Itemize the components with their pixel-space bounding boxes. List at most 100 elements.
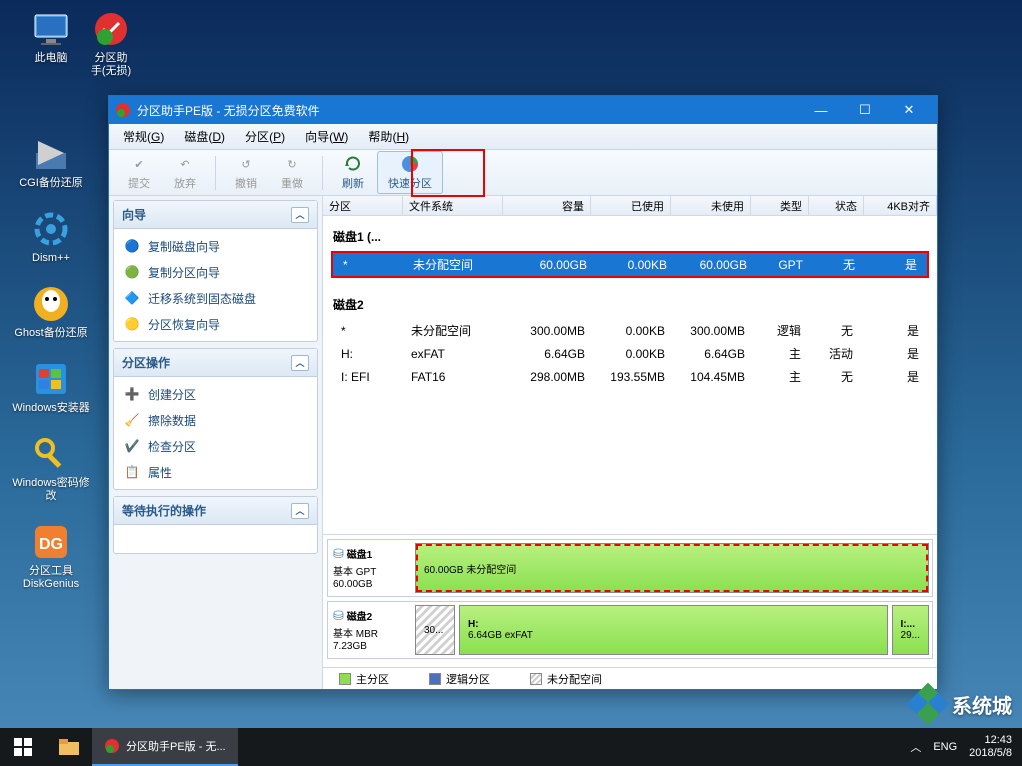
menu-help[interactable]: 帮助(H) [358,125,419,148]
panel-pending: 等待执行的操作︿ [113,496,318,554]
col-used[interactable]: 已使用 [591,196,671,215]
collapse-icon[interactable]: ︿ [291,355,309,371]
col-status[interactable]: 状态 [809,196,864,215]
taskbar-file-explorer[interactable] [46,728,92,766]
legend-unallocated: 未分配空间 [530,671,602,687]
desktop-icons-col1: 此电脑 分区助手(无损) CGI备份还原 Dism++ Ghost备份还原 Wi… [12,8,90,591]
menu-disk[interactable]: 磁盘(D) [174,125,235,148]
check-icon: ✔️ [123,437,141,455]
disk1-visual: ⛁ 磁盘1 基本 GPT 60.00GB 60.00GB 未分配空间 [327,539,933,597]
refresh-icon [343,154,363,174]
col-capacity[interactable]: 容量 [503,196,591,215]
disk2-seg-unallocated[interactable]: 30... [415,605,455,655]
tray-language[interactable]: ENG [933,741,957,753]
collapse-icon[interactable]: ︿ [291,503,309,519]
column-headers: 分区 文件系统 容量 已使用 未使用 类型 状态 4KB对齐 [323,196,937,216]
redo-icon: ↻ [282,154,302,174]
disk1-row-unallocated[interactable]: * 未分配空间 60.00GB 0.00KB 60.00GB GPT 无 是 [333,253,927,276]
op-create-partition[interactable]: ➕创建分区 [120,381,311,407]
desktop-icon-cgi-backup[interactable]: CGI备份还原 [12,133,90,190]
panel-operations: 分区操作︿ ➕创建分区 🧹擦除数据 ✔️检查分区 📋属性 [113,348,318,490]
panel-ops-header[interactable]: 分区操作︿ [114,349,317,377]
tray-arrow-icon[interactable]: ︿ [910,739,921,755]
wizard-copy-partition[interactable]: 🟢复制分区向导 [120,259,311,285]
partition-list: 磁盘1 (... * 未分配空间 60.00GB 0.00KB 60.00GB … [323,216,937,534]
main-area: 分区 文件系统 容量 已使用 未使用 类型 状态 4KB对齐 磁盘1 (... … [323,196,937,689]
panel-wizard-header[interactable]: 向导︿ [114,201,317,229]
maximize-button[interactable]: ☐ [843,96,887,124]
app-window: 分区助手PE版 - 无损分区免费软件 — ☐ ✕ 常规(G) 磁盘(D) 分区(… [108,95,938,690]
sidebar: 向导︿ 🔵复制磁盘向导 🟢复制分区向导 🔷迁移系统到固态磁盘 🟡分区恢复向导 分… [109,196,323,689]
col-type[interactable]: 类型 [751,196,809,215]
disk2-seg-h[interactable]: H: 6.64GB exFAT [459,605,888,655]
window-title: 分区助手PE版 - 无损分区免费软件 [137,102,320,119]
desktop-icon-partition-assistant[interactable]: 分区助手(无损) [90,8,132,78]
op-check-partition[interactable]: ✔️检查分区 [120,433,311,459]
desktop-icon-windows-password[interactable]: Windows密码修改 [12,433,90,503]
minimize-button[interactable]: — [799,96,843,124]
menubar: 常规(G) 磁盘(D) 分区(P) 向导(W) 帮助(H) [109,124,937,150]
disk2-title[interactable]: 磁盘2 [331,290,929,319]
toolbar-redo[interactable]: ↻重做 [270,151,314,194]
desktop-icon-diskgenius[interactable]: DG 分区工具DiskGenius [12,521,90,591]
taskbar: 分区助手PE版 - 无... ︿ ENG 12:43 2018/5/8 [0,728,1022,766]
tray-clock[interactable]: 12:43 2018/5/8 [969,734,1012,760]
col-filesystem[interactable]: 文件系统 [403,196,503,215]
op-properties[interactable]: 📋属性 [120,459,311,485]
taskbar-tray: ︿ ENG 12:43 2018/5/8 [900,734,1022,760]
recover-icon: 🟡 [123,315,141,333]
disk1-info: ⛁ 磁盘1 基本 GPT 60.00GB [331,543,411,593]
watermark-logo-icon [910,686,946,722]
menu-wizard[interactable]: 向导(W) [295,125,358,148]
toolbar: ✔提交 ↶放弃 ↺撤销 ↻重做 刷新 快速分区 [109,150,937,196]
start-button[interactable] [0,728,46,766]
desktop-icon-windows-installer[interactable]: Windows安装器 [12,358,90,415]
disk-copy-icon: 🔵 [123,237,141,255]
close-button[interactable]: ✕ [887,96,931,124]
menu-general[interactable]: 常规(G) [113,125,174,148]
toolbar-discard[interactable]: ↶放弃 [163,151,207,194]
disk-icon: ⛁ [333,546,344,561]
partition-copy-icon: 🟢 [123,263,141,281]
app-icon [115,102,131,118]
panel-pending-header[interactable]: 等待执行的操作︿ [114,497,317,525]
wizard-migrate-ssd[interactable]: 🔷迁移系统到固态磁盘 [120,285,311,311]
disk2-row-i-efi[interactable]: I: EFI FAT16 298.00MB 193.55MB 104.45MB … [331,365,929,388]
disk1-seg-unallocated[interactable]: 60.00GB 未分配空间 [415,543,929,593]
create-icon: ➕ [123,385,141,403]
disk2-row-h[interactable]: H: exFAT 6.64GB 0.00KB 6.64GB 主 活动 是 [331,342,929,365]
disk2-row-unallocated[interactable]: * 未分配空间 300.00MB 0.00KB 300.00MB 逻辑 无 是 [331,319,929,342]
highlight-annotation [411,149,485,197]
titlebar[interactable]: 分区助手PE版 - 无损分区免费软件 — ☐ ✕ [109,96,937,124]
check-icon: ✔ [129,154,149,174]
wipe-icon: 🧹 [123,411,141,429]
desktop-icon-ghost-backup[interactable]: Ghost备份还原 [12,283,90,340]
desktop-icon-dism[interactable]: Dism++ [12,208,90,265]
disk2-seg-i[interactable]: I:... 29... [892,605,929,655]
folder-icon [59,739,79,755]
col-unused[interactable]: 未使用 [671,196,751,215]
desktop-icon-this-pc[interactable]: 此电脑 [12,8,90,65]
svg-text:DG: DG [39,536,63,553]
app-icon [104,738,120,754]
disk1-title[interactable]: 磁盘1 (... [331,222,929,251]
legend-primary: 主分区 [339,671,389,687]
legend-logical: 逻辑分区 [429,671,490,687]
disk2-group: 磁盘2 * 未分配空间 300.00MB 0.00KB 300.00MB 逻辑 … [331,290,929,388]
collapse-icon[interactable]: ︿ [291,207,309,223]
wizard-copy-disk[interactable]: 🔵复制磁盘向导 [120,233,311,259]
toolbar-apply[interactable]: ✔提交 [117,151,161,194]
toolbar-undo[interactable]: ↺撤销 [224,151,268,194]
properties-icon: 📋 [123,463,141,481]
disk-icon: ⛁ [333,608,344,623]
col-partition[interactable]: 分区 [323,196,403,215]
toolbar-refresh[interactable]: 刷新 [331,151,375,194]
highlight-annotation: * 未分配空间 60.00GB 0.00KB 60.00GB GPT 无 是 [331,251,929,278]
op-wipe-data[interactable]: 🧹擦除数据 [120,407,311,433]
wizard-recover-partition[interactable]: 🟡分区恢复向导 [120,311,311,337]
menu-partition[interactable]: 分区(P) [235,125,295,148]
col-align[interactable]: 4KB对齐 [864,196,937,215]
disk2-visual: ⛁ 磁盘2 基本 MBR 7.23GB 30... H: 6.64GB exFA… [327,601,933,659]
taskbar-app-item[interactable]: 分区助手PE版 - 无... [92,728,238,766]
undo-arrow-icon: ↶ [175,154,195,174]
